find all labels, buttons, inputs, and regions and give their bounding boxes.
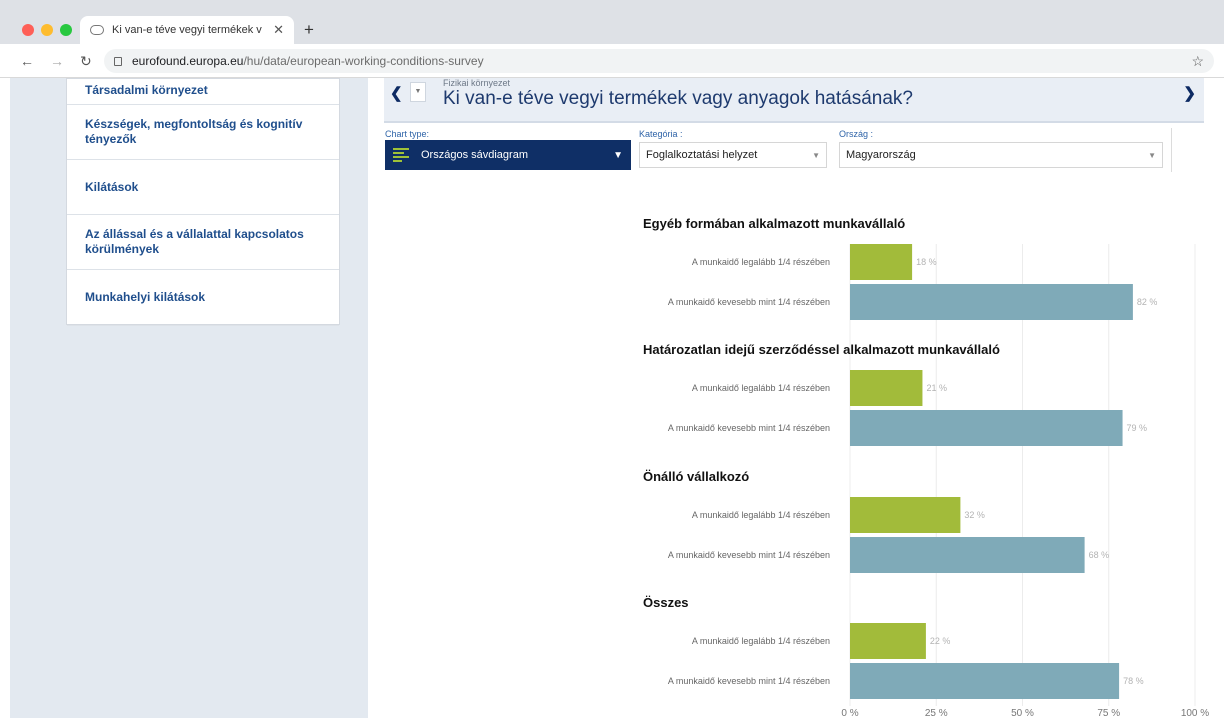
row-label: A munkaidő kevesebb mint 1/4 részében (668, 550, 830, 560)
bar-value-label: 32 % (964, 510, 985, 520)
group-title: Határozatlan idejű szerződéssel alkalmaz… (643, 342, 1000, 357)
bar-value-label: 78 % (1123, 676, 1144, 686)
row-label: A munkaidő legalább 1/4 részében (692, 510, 830, 520)
row-label: A munkaidő legalább 1/4 részében (692, 636, 830, 646)
row-label: A munkaidő legalább 1/4 részében (692, 257, 830, 267)
group-title: Összes (643, 595, 689, 610)
x-tick-label: 100 % (1181, 708, 1209, 718)
row-label: A munkaidő kevesebb mint 1/4 részében (668, 423, 830, 433)
bar (850, 244, 913, 280)
bar (850, 410, 1123, 446)
row-label: A munkaidő kevesebb mint 1/4 részében (668, 676, 830, 686)
bar-value-label: 21 % (926, 383, 947, 393)
x-tick-label: 0 % (841, 708, 858, 718)
bar-value-label: 79 % (1127, 423, 1148, 433)
bar-value-label: 18 % (916, 257, 937, 267)
bar (850, 663, 1120, 699)
row-label: A munkaidő kevesebb mint 1/4 részében (668, 297, 830, 307)
x-tick-label: 75 % (1097, 708, 1120, 718)
bar-value-label: 22 % (930, 636, 951, 646)
group-title: Önálló vállalkozó (643, 469, 749, 484)
group-title: Egyéb formában alkalmazott munkavállaló (643, 216, 905, 231)
bar-chart: 0 % 25 % 50 % 75 % 100 % Egyéb formában alkal… (643, 216, 1209, 718)
x-tick-label: 25 % (925, 708, 948, 718)
bar (850, 537, 1085, 573)
bar (850, 497, 961, 533)
bar-value-label: 82 % (1137, 297, 1158, 307)
bar (850, 370, 923, 406)
x-tick-label: 50 % (1011, 708, 1034, 718)
bar (850, 284, 1133, 320)
bar-value-label: 68 % (1089, 550, 1110, 560)
row-label: A munkaidő legalább 1/4 részében (692, 383, 830, 393)
bar (850, 623, 926, 659)
